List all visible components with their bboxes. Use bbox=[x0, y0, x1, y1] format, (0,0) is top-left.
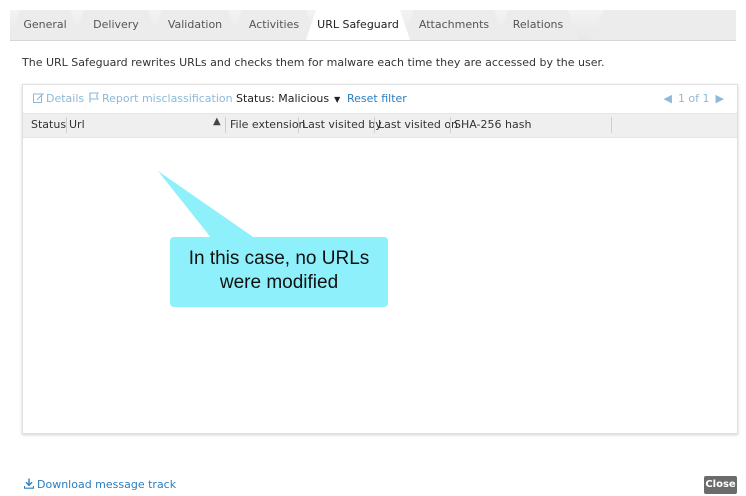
table-toolbar: Details Report misclassification Status:… bbox=[23, 85, 737, 113]
tab-strip-filler bbox=[590, 10, 736, 40]
tab-attachments[interactable]: Attachments bbox=[404, 10, 504, 40]
callout-text: In this case, no URLs were modified bbox=[188, 248, 370, 293]
reset-filter-link[interactable]: Reset filter bbox=[347, 92, 407, 105]
download-label: Download message track bbox=[37, 478, 177, 491]
column-divider bbox=[611, 117, 612, 133]
column-divider bbox=[298, 117, 299, 133]
column-divider bbox=[450, 117, 451, 133]
column-file-extension[interactable]: File extension bbox=[230, 118, 306, 131]
status-filter-value: Status: Malicious bbox=[236, 92, 330, 105]
tab-general[interactable]: General bbox=[10, 10, 80, 40]
status-filter-dropdown[interactable]: Status: Malicious ▼ bbox=[236, 92, 340, 105]
close-button[interactable]: Close bbox=[704, 476, 737, 494]
column-divider bbox=[66, 117, 67, 133]
column-divider bbox=[374, 117, 375, 133]
column-last-visited-on[interactable]: Last visited on bbox=[378, 118, 458, 131]
pager-text: 1 of 1 bbox=[677, 92, 710, 105]
tab-bar: General Delivery Validation Activities U… bbox=[0, 0, 746, 42]
download-message-track-link[interactable]: Download message track bbox=[24, 478, 176, 491]
edit-icon bbox=[33, 93, 44, 103]
details-label: Details bbox=[46, 92, 85, 105]
caret-down-icon: ▼ bbox=[334, 95, 341, 104]
column-url[interactable]: Url bbox=[69, 118, 85, 131]
tab-activities[interactable]: Activities bbox=[232, 10, 316, 40]
description-text: The URL Safeguard rewrites URLs and chec… bbox=[22, 56, 605, 69]
sort-icon[interactable]: ▲ bbox=[213, 116, 221, 127]
report-label: Report misclassification bbox=[102, 92, 233, 105]
column-header-row: Status Url ▲ File extension Last visited… bbox=[23, 113, 737, 138]
column-sha256-hash[interactable]: SHA-256 hash bbox=[454, 118, 531, 131]
pager: ◀ 1 of 1 ▶ bbox=[660, 92, 727, 105]
download-icon bbox=[24, 478, 34, 489]
prev-page-icon[interactable]: ◀ bbox=[663, 92, 671, 105]
column-status[interactable]: Status bbox=[31, 118, 66, 131]
tab-strip: General Delivery Validation Activities U… bbox=[10, 10, 736, 41]
column-last-visited-by[interactable]: Last visited by bbox=[302, 118, 382, 131]
next-page-icon[interactable]: ▶ bbox=[716, 92, 724, 105]
column-divider bbox=[225, 117, 226, 133]
report-misclassification-button[interactable]: Report misclassification bbox=[89, 92, 233, 105]
flag-icon bbox=[89, 92, 99, 103]
details-button[interactable]: Details bbox=[33, 92, 84, 105]
tab-relations[interactable]: Relations bbox=[498, 10, 578, 40]
tab-delivery[interactable]: Delivery bbox=[74, 10, 158, 40]
tab-url-safeguard[interactable]: URL Safeguard bbox=[306, 10, 410, 40]
tab-validation[interactable]: Validation bbox=[152, 10, 238, 40]
